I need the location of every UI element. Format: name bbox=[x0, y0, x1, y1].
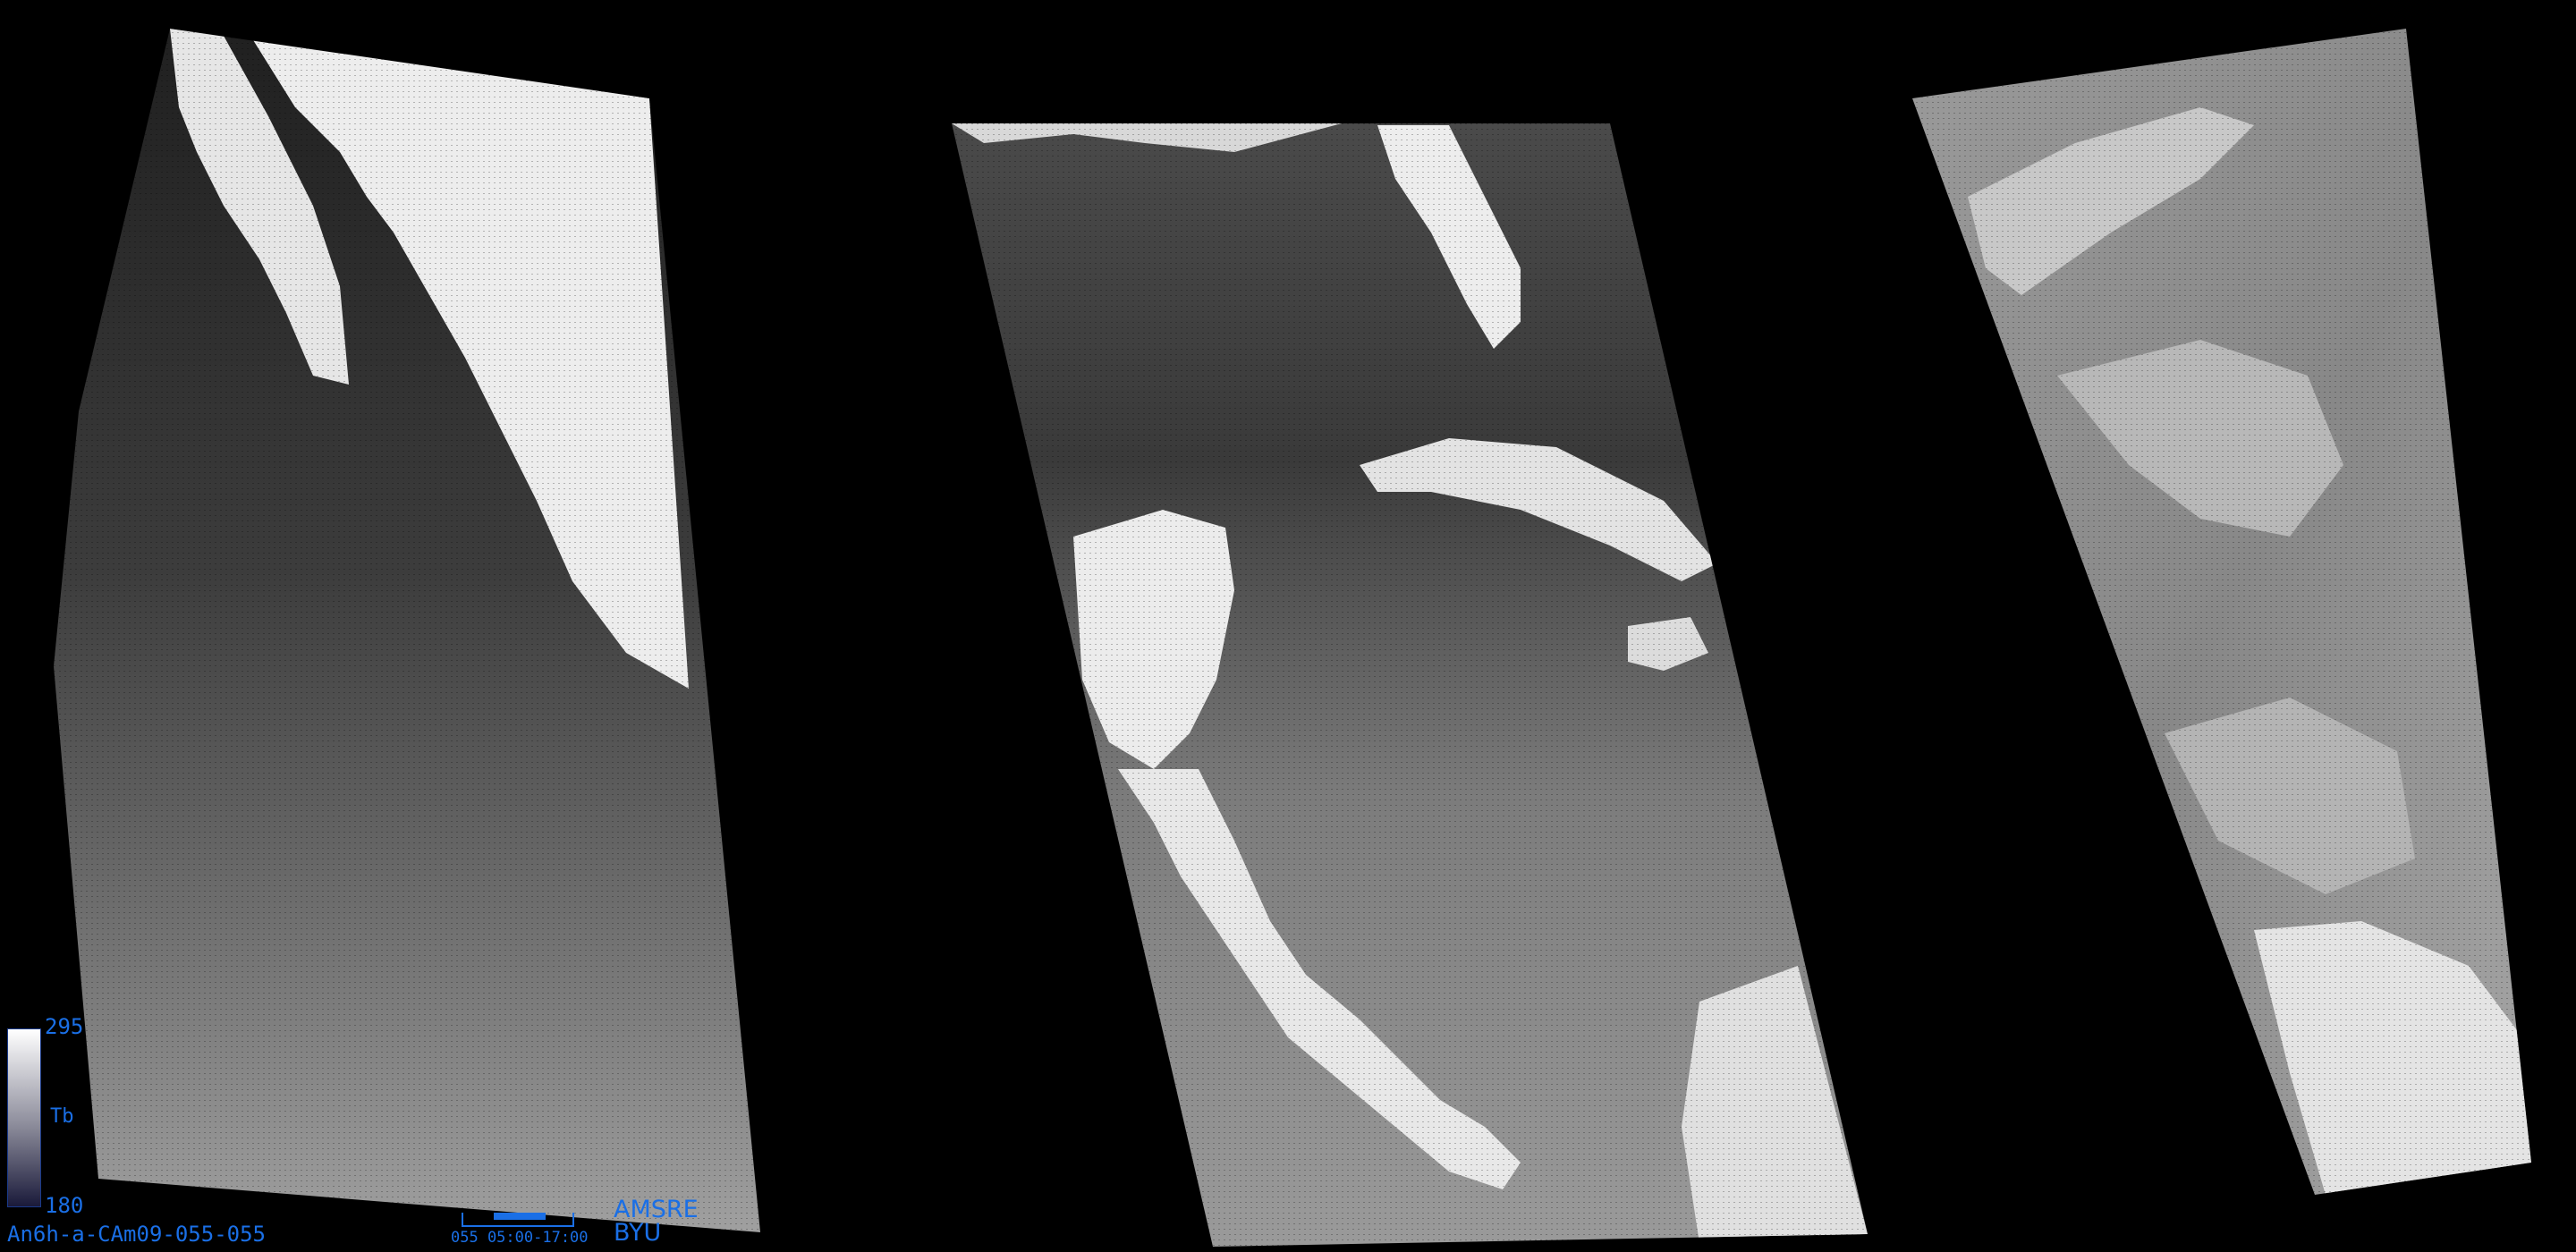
swath-left bbox=[54, 29, 760, 1232]
colorbar-max-label: 295 bbox=[45, 1014, 84, 1039]
swath-scene bbox=[54, 29, 2531, 1247]
time-range-label: 055 05:00-17:00 bbox=[451, 1229, 589, 1247]
satellite-image-canvas: 295 Tb 180 An6h-a-CAm09-055-055 055 05:0… bbox=[0, 0, 2576, 1252]
temperature-colorbar bbox=[7, 1028, 41, 1207]
swath-right bbox=[1912, 29, 2531, 1195]
time-range-fill bbox=[494, 1213, 546, 1220]
time-range-bar bbox=[462, 1213, 574, 1227]
image-file-label: An6h-a-CAm09-055-055 bbox=[7, 1222, 266, 1247]
colorbar-min-label: 180 bbox=[45, 1193, 84, 1218]
organization-name: BYU bbox=[614, 1219, 662, 1247]
colorbar-quantity-label: Tb bbox=[50, 1105, 74, 1128]
swath-middle bbox=[952, 123, 1868, 1247]
